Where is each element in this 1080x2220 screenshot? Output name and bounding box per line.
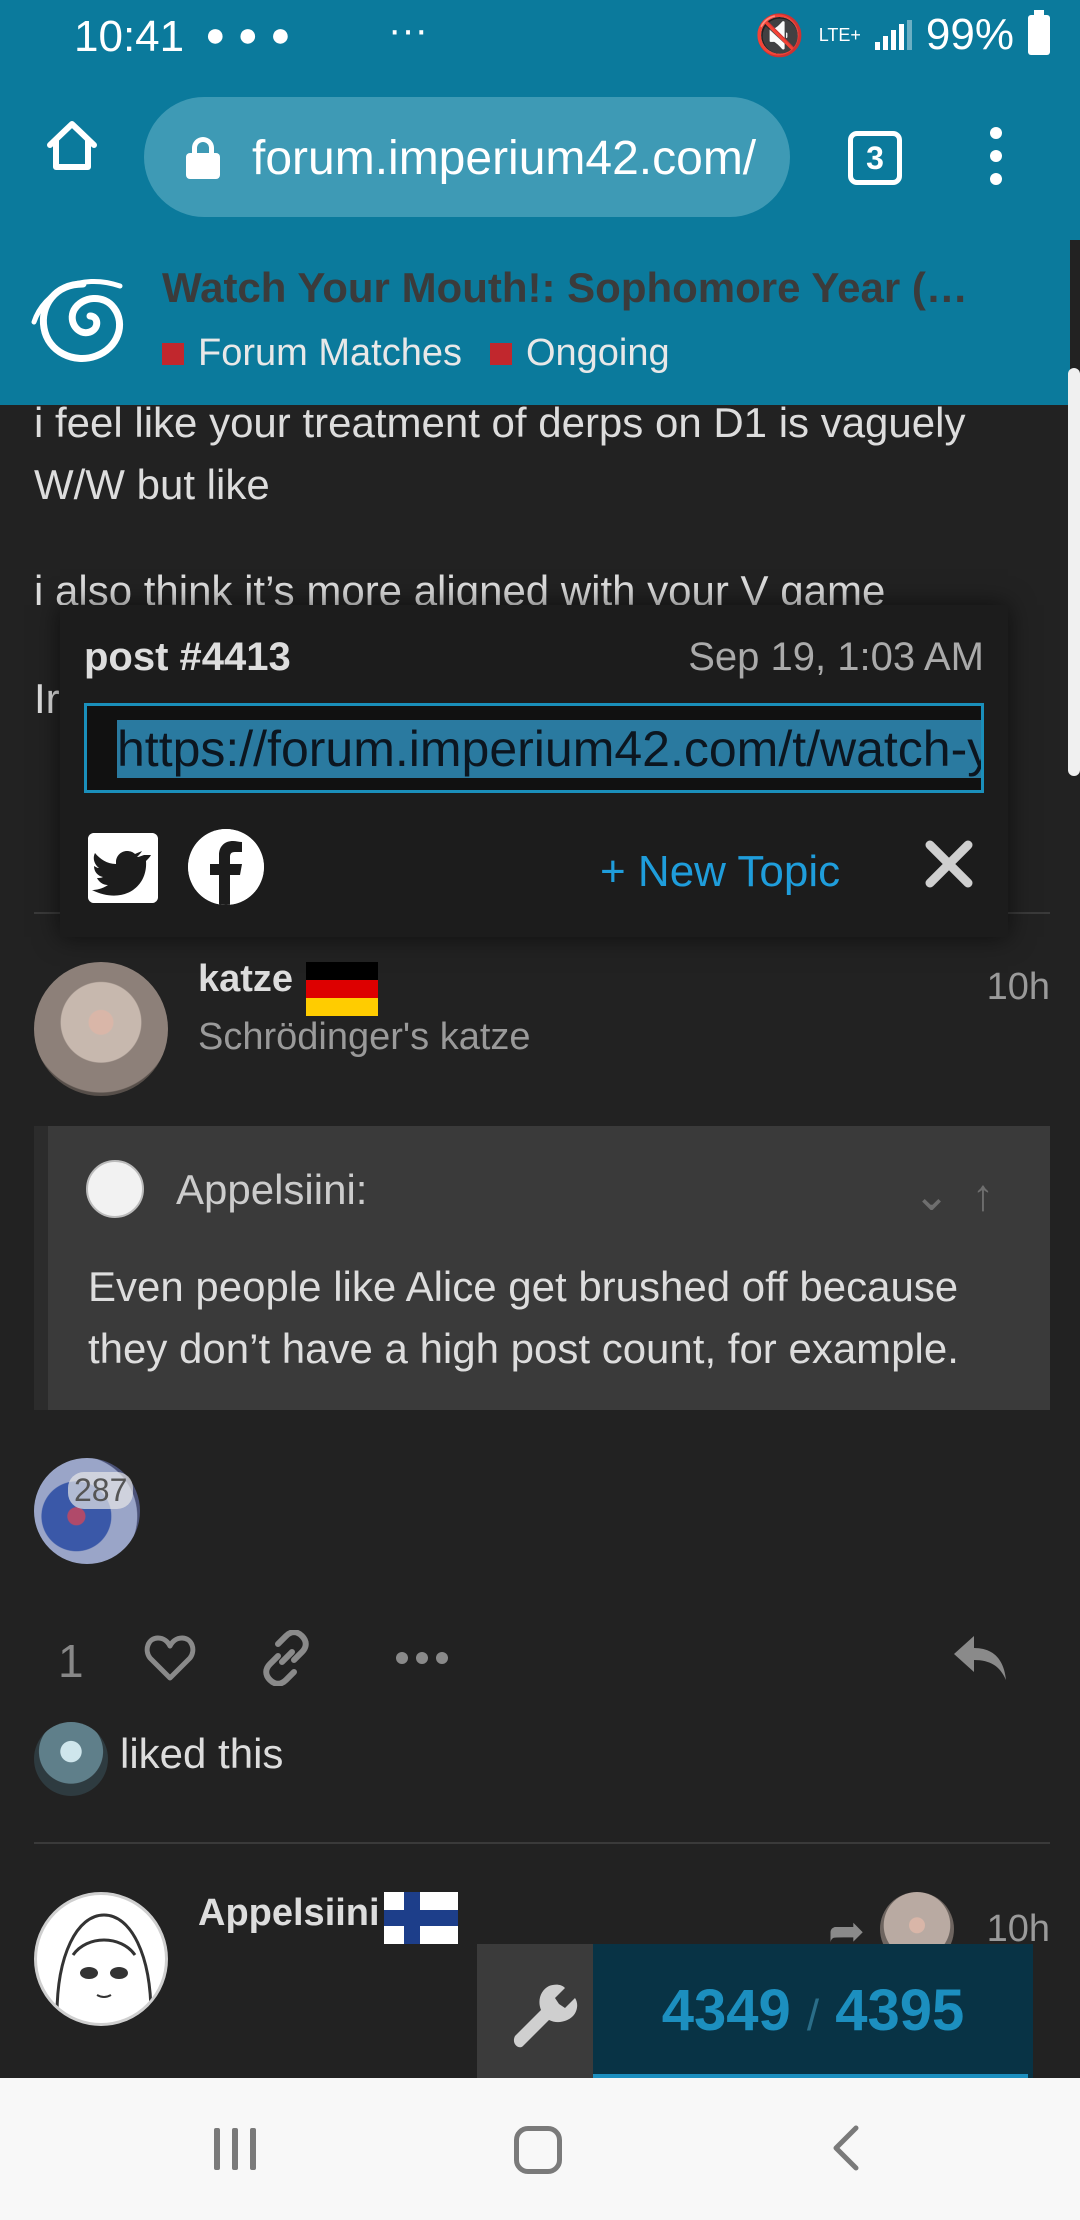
post-username[interactable]: Appelsiini [198, 1892, 380, 1935]
category-label: Ongoing [525, 332, 670, 374]
more-options-icon[interactable] [394, 1630, 450, 1686]
category-ongoing[interactable]: Ongoing [489, 332, 670, 375]
arrow-up-icon[interactable]: ↑ [972, 1171, 1016, 1220]
image-thumbnail[interactable]: 287 [34, 1458, 140, 1564]
battery-level: 99% [925, 10, 1014, 59]
scrollbar[interactable] [1068, 368, 1080, 776]
status-time: 10:41 [74, 12, 185, 61]
signal-icon [874, 20, 912, 50]
current-post-number: 4349 [661, 1978, 791, 2043]
post-username[interactable]: katze [198, 958, 293, 1001]
category-color-swatch [162, 342, 184, 365]
post-actions: 1 [0, 1626, 1080, 1706]
lock-icon [186, 137, 220, 179]
share-post-popup: post #4413 Sep 19, 1:03 AM https://forum… [60, 605, 1008, 937]
progress-separator: / [806, 1991, 820, 2040]
facebook-icon[interactable] [188, 829, 264, 905]
status-right: 🔇 LTE+ 99% [755, 10, 1050, 60]
topic-progress: 4349 / 4395 [477, 1944, 1033, 2078]
share-link-text: https://forum.imperium42.com/t/watch-you… [117, 720, 981, 778]
topic-categories: Forum Matches Ongoing [162, 332, 670, 375]
liker-avatar[interactable] [34, 1722, 108, 1796]
wrench-icon [513, 1984, 578, 2048]
home-icon[interactable] [42, 115, 102, 175]
avatar-drawing [55, 1913, 153, 2016]
browser-toolbar: forum.imperium42.com/ 3 [0, 75, 1080, 240]
finland-flag-icon [384, 1892, 458, 1944]
battery-icon [1028, 10, 1050, 55]
user-title: Schrödinger's katze [198, 1016, 531, 1058]
close-icon[interactable] [922, 837, 976, 891]
quote-author: Appelsiini: [176, 1166, 368, 1213]
home-button-icon[interactable] [514, 2126, 562, 2174]
post-time[interactable]: 10h [987, 966, 1050, 1009]
post-text-line: i feel like your treatment of derps on D… [34, 399, 966, 446]
germany-flag-icon [306, 962, 378, 1016]
post-text-line: W/W but like [34, 461, 270, 508]
more-notifications-icon: ··· [388, 8, 428, 52]
liked-this-text: liked this [120, 1730, 284, 1777]
avatar[interactable] [34, 962, 168, 1096]
share-link-input[interactable]: https://forum.imperium42.com/t/watch-you… [84, 703, 984, 793]
category-forum-matches[interactable]: Forum Matches [162, 332, 462, 375]
like-count[interactable]: 1 [58, 1634, 84, 1688]
browser-menu-icon[interactable] [990, 127, 1004, 196]
new-topic-button[interactable]: + New Topic [600, 847, 840, 897]
quote-avatar [86, 1160, 144, 1218]
heart-icon[interactable] [142, 1630, 198, 1686]
post-divider [34, 1842, 1050, 1844]
total-post-number: 4395 [835, 1978, 965, 2043]
quote-block: Appelsiini: ⌄↑ Even people like Alice ge… [34, 1126, 1050, 1410]
link-icon[interactable] [258, 1630, 314, 1686]
discord-icon: ● [270, 16, 303, 54]
discord-icon: ● [205, 16, 238, 54]
quote-text-line: they don’t have a high post count, for e… [88, 1325, 959, 1372]
share-popup-date: Sep 19, 1:03 AM [688, 635, 984, 679]
reply-icon[interactable] [950, 1630, 1010, 1686]
mute-icon: 🔇 [754, 13, 805, 58]
post-progress-button[interactable]: 4349 / 4395 [593, 1944, 1033, 2078]
status-bar: 10:41 ●●● ··· 🔇 LTE+ 99% [0, 0, 1080, 75]
system-nav-bar [0, 2078, 1080, 2220]
chevron-down-icon[interactable]: ⌄ [913, 1171, 972, 1220]
topic-title[interactable]: Watch Your Mouth!: Sophomore Year (… [162, 264, 968, 312]
admin-tools-button[interactable] [477, 1944, 593, 2078]
recent-apps-icon[interactable] [214, 2128, 256, 2170]
quote-text-line: Even people like Alice get brushed off b… [88, 1263, 959, 1310]
tab-switcher-button[interactable]: 3 [848, 131, 902, 185]
discord-icon: ● [237, 16, 271, 54]
image-count-badge: 287 [68, 1472, 134, 1509]
twitter-icon[interactable] [88, 833, 158, 903]
category-label: Forum Matches [198, 332, 462, 374]
url-text: forum.imperium42.com/ [252, 132, 757, 185]
share-popup-title: post #4413 [84, 635, 291, 679]
topic-header: Watch Your Mouth!: Sophomore Year (… For… [0, 240, 1070, 405]
category-color-swatch [489, 342, 512, 365]
avatar[interactable] [34, 1892, 168, 2026]
post-text-fragment: Ir [34, 675, 60, 722]
url-bar[interactable]: forum.imperium42.com/ [144, 97, 790, 217]
network-type: LTE+ [818, 25, 861, 45]
back-icon[interactable] [822, 2122, 874, 2174]
notification-icons: ●●● [205, 16, 303, 55]
forum-logo-icon[interactable] [30, 272, 136, 372]
quote-controls: ⌄↑ [913, 1170, 1016, 1221]
